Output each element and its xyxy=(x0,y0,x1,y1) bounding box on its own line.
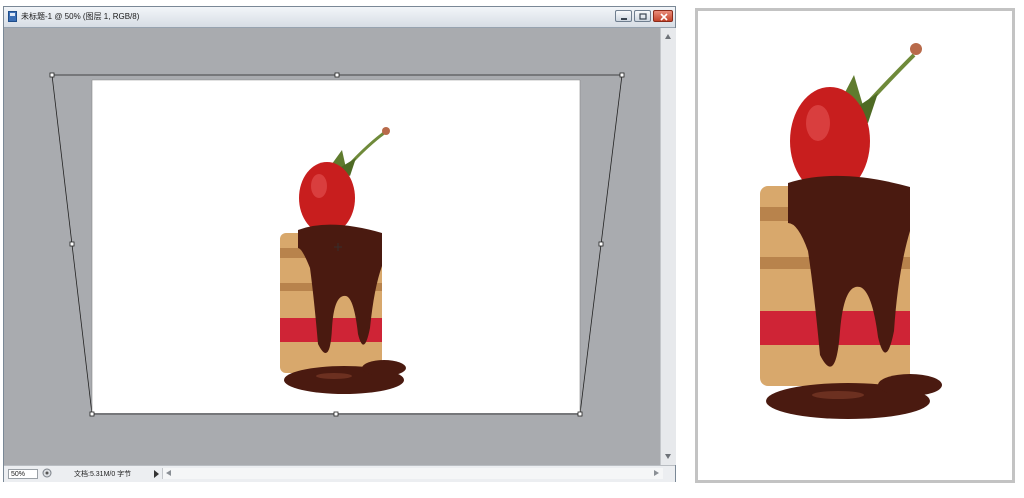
document-size-info: 文档:5.31M/0 字节 xyxy=(74,471,132,478)
scroll-down-icon[interactable] xyxy=(665,454,671,459)
window-title: 未标题-1 @ 50% (图层 1, RGB/8) xyxy=(21,12,140,21)
status-bar: 50% 文档:5.31M/0 字节 xyxy=(4,465,675,482)
scroll-left-icon[interactable] xyxy=(166,470,171,476)
vertical-scrollbar[interactable] xyxy=(660,28,676,465)
restore-icon xyxy=(639,13,647,20)
zoom-level-field[interactable]: 50% xyxy=(8,469,38,479)
status-menu-arrow-icon[interactable] xyxy=(154,470,159,478)
window-titlebar[interactable]: 未标题-1 @ 50% (图层 1, RGB/8) xyxy=(4,7,675,28)
horizontal-scrollbar[interactable] xyxy=(162,468,663,479)
canvas-workspace[interactable] xyxy=(4,28,660,465)
scroll-up-icon[interactable] xyxy=(665,34,671,39)
status-info-icon[interactable] xyxy=(42,468,52,478)
scroll-right-icon[interactable] xyxy=(654,470,659,476)
close-icon xyxy=(660,13,668,21)
close-button[interactable] xyxy=(653,10,673,22)
document-window: 未标题-1 @ 50% (图层 1, RGB/8) 50% 文档:5.31M/0… xyxy=(3,6,676,482)
result-preview-panel xyxy=(695,8,1015,483)
minimize-button[interactable] xyxy=(615,10,632,22)
minimize-icon xyxy=(621,18,627,20)
result-cake-image xyxy=(760,43,942,419)
document-icon xyxy=(8,11,17,22)
restore-button[interactable] xyxy=(634,10,651,22)
